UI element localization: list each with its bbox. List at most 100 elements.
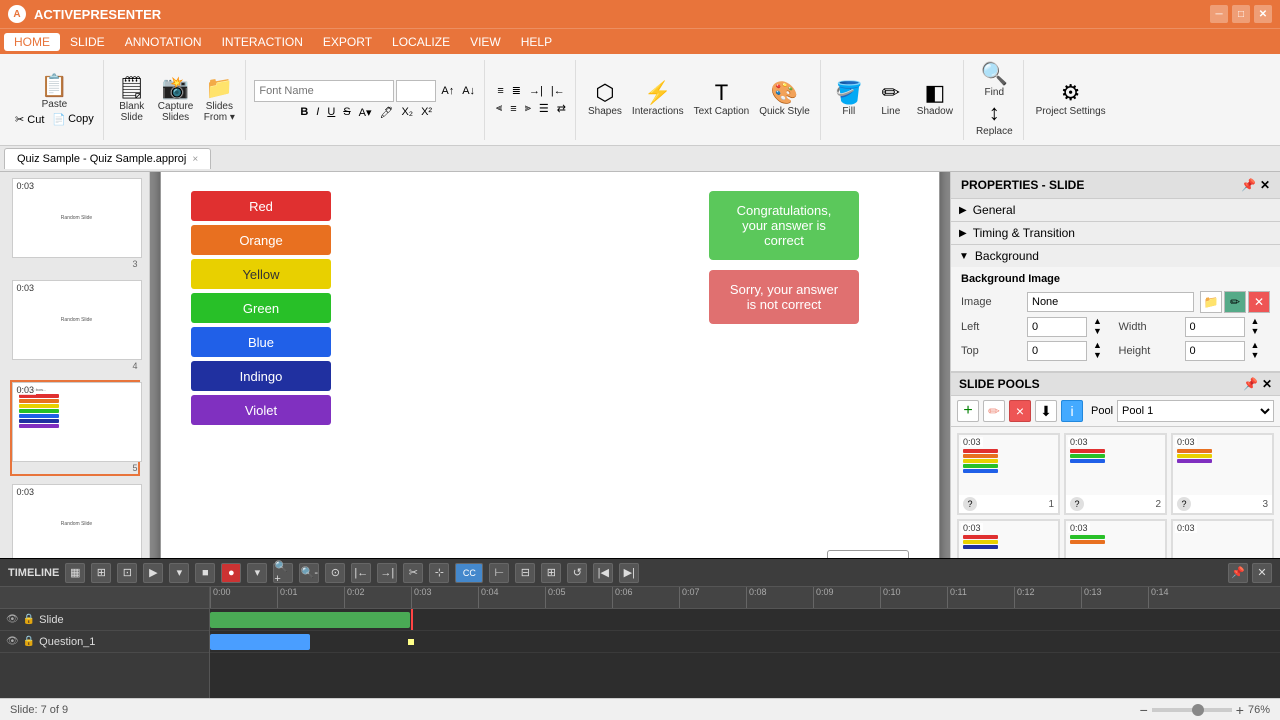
pool-thumb-5[interactable]: 0:03 ? 5 <box>1064 519 1167 558</box>
tl-stop-button[interactable]: ■ <box>195 563 215 583</box>
image-clear-button[interactable]: ✕ <box>1248 291 1270 313</box>
subscript-button[interactable]: X₂ <box>398 105 416 120</box>
timing-section-header[interactable]: ▶ Timing & Transition <box>951 222 1280 244</box>
find-button[interactable]: 🔍 Find <box>974 61 1014 100</box>
tl-prev-button[interactable]: |◀ <box>593 563 613 583</box>
close-button[interactable]: ✕ <box>1254 5 1272 23</box>
menu-help[interactable]: HELP <box>511 33 562 51</box>
font-decrease-button[interactable]: A↓ <box>459 80 478 102</box>
slides-from-button[interactable]: 📁 SlidesFrom ▾ <box>199 75 239 125</box>
tl-trim-button[interactable]: ✂ <box>403 563 423 583</box>
tl-resize-mode-button[interactable]: ⊡ <box>117 563 137 583</box>
font-increase-button[interactable]: A↑ <box>438 80 457 102</box>
pool-thumb-3[interactable]: 0:03 ? 3 <box>1171 433 1274 515</box>
indent-decrease-button[interactable]: |← <box>548 83 568 98</box>
pools-pin-button[interactable]: 📌 <box>1243 377 1258 391</box>
height-down-button[interactable]: ▼ <box>1251 351 1271 361</box>
highlight-button[interactable]: 🖊 <box>377 105 397 120</box>
q1-segment[interactable] <box>210 634 310 650</box>
cut-button[interactable]: ✂ Cut <box>12 112 47 127</box>
pool-thumb-6[interactable]: 0:03 ? 6 <box>1171 519 1274 558</box>
bullet-list-button[interactable]: ≡ <box>494 83 506 98</box>
line-button[interactable]: ✏ Line <box>871 80 911 119</box>
color-bar-indingo[interactable]: Indingo <box>191 361 331 391</box>
tl-next-button[interactable]: ▶| <box>619 563 639 583</box>
tl-caption-button[interactable]: CC <box>455 563 483 583</box>
color-bar-blue[interactable]: Blue <box>191 327 331 357</box>
top-input[interactable] <box>1027 341 1087 361</box>
pool-select[interactable]: Pool 1 <box>1117 400 1274 422</box>
pool-thumb-1[interactable]: 0:03 ? 1 <box>957 433 1060 515</box>
tl-move-mode-button[interactable]: ⊞ <box>91 563 111 583</box>
pool-edit-button[interactable]: ✏ <box>983 400 1005 422</box>
justify-button[interactable]: ☰ <box>536 101 552 116</box>
pool-thumb-2[interactable]: 0:03 ? 2 <box>1064 433 1167 515</box>
submit-button[interactable]: Submit <box>827 550 909 558</box>
menu-annotation[interactable]: ANNOTATION <box>115 33 212 51</box>
properties-close-button[interactable]: ✕ <box>1260 178 1270 192</box>
menu-localize[interactable]: LOCALIZE <box>382 33 460 51</box>
color-bar-red[interactable]: Red <box>191 191 331 221</box>
font-size-input[interactable] <box>396 80 436 102</box>
zoom-in-button[interactable]: + <box>1236 702 1244 718</box>
tl-snap-end-button[interactable]: →| <box>377 563 397 583</box>
slide-segment[interactable] <box>210 612 410 628</box>
pool-question-badge-1[interactable]: ? <box>963 497 977 511</box>
top-down-button[interactable]: ▼ <box>1093 351 1113 361</box>
shapes-button[interactable]: ⬡ Shapes <box>584 80 626 119</box>
color-bar-yellow[interactable]: Yellow <box>191 259 331 289</box>
general-section-header[interactable]: ▶ General <box>951 199 1280 221</box>
shadow-button[interactable]: ◧ Shadow <box>913 80 957 119</box>
track-eye-icon-q1[interactable]: 👁 <box>6 636 19 647</box>
pools-close-button[interactable]: ✕ <box>1262 377 1272 391</box>
tl-select-mode-button[interactable]: ▦ <box>65 563 85 583</box>
tl-loop-button[interactable]: ↺ <box>567 563 587 583</box>
track-lock-icon-q1[interactable]: 🔒 <box>23 636 35 647</box>
pool-thumb-4[interactable]: 0:03 ? 4 <box>957 519 1060 558</box>
width-down-button[interactable]: ▼ <box>1251 327 1271 337</box>
menu-home[interactable]: HOME <box>4 33 60 51</box>
fill-button[interactable]: 🪣 Fill <box>829 80 869 119</box>
menu-slide[interactable]: SLIDE <box>60 33 115 51</box>
image-browse-button[interactable]: 📁 <box>1200 291 1222 313</box>
tl-zoom-out-button[interactable]: 🔍- <box>299 563 319 583</box>
tl-record-dropdown-button[interactable]: ▾ <box>247 563 267 583</box>
pool-add-button[interactable]: + <box>957 400 979 422</box>
align-center-button[interactable]: ≡ <box>507 101 519 116</box>
tl-align-left-button[interactable]: ⊢ <box>489 563 509 583</box>
tl-distribute-button[interactable]: ⊞ <box>541 563 561 583</box>
pool-delete-button[interactable]: × <box>1009 400 1031 422</box>
pool-info-button[interactable]: i <box>1061 400 1083 422</box>
interactions-button[interactable]: ⚡ Interactions <box>628 80 688 119</box>
capture-slides-button[interactable]: 📸 CaptureSlides <box>154 75 198 125</box>
color-bar-violet[interactable]: Violet <box>191 395 331 425</box>
font-name-input[interactable] <box>254 80 394 102</box>
track-eye-icon-slide[interactable]: 👁 <box>6 614 19 625</box>
blank-slide-button[interactable]: 🗒 BlankSlide <box>112 75 152 125</box>
tl-play-button[interactable]: ▶ <box>143 563 163 583</box>
tl-zoom-in-button[interactable]: 🔍+ <box>273 563 293 583</box>
indent-increase-button[interactable]: →| <box>526 83 546 98</box>
left-input[interactable] <box>1027 317 1087 337</box>
tl-snap-start-button[interactable]: |← <box>351 563 371 583</box>
replace-button[interactable]: ↕ Replace <box>972 100 1017 139</box>
paste-button[interactable]: 📋 Paste <box>29 73 79 112</box>
image-input[interactable] <box>1027 292 1194 312</box>
track-lock-icon-slide[interactable]: 🔒 <box>23 614 35 625</box>
pool-question-badge-3[interactable]: ? <box>1177 497 1191 511</box>
tl-close-button[interactable]: ✕ <box>1252 563 1272 583</box>
zoom-slider[interactable] <box>1152 708 1232 712</box>
image-edit-button[interactable]: ✏ <box>1224 291 1246 313</box>
menu-export[interactable]: EXPORT <box>313 33 382 51</box>
text-direction-button[interactable]: ⇄ <box>554 101 569 116</box>
left-down-button[interactable]: ▼ <box>1093 327 1113 337</box>
color-bar-green[interactable]: Green <box>191 293 331 323</box>
document-tab[interactable]: Quiz Sample - Quiz Sample.approj × <box>4 148 211 169</box>
strikethrough-button[interactable]: S <box>340 105 353 120</box>
color-bar-orange[interactable]: Orange <box>191 225 331 255</box>
tab-close-button[interactable]: × <box>192 154 198 165</box>
tl-record-button[interactable]: ● <box>221 563 241 583</box>
quick-style-button[interactable]: 🎨 Quick Style <box>755 80 814 119</box>
background-section-header[interactable]: ▼ Background <box>951 245 1280 267</box>
maximize-button[interactable]: □ <box>1232 5 1250 23</box>
